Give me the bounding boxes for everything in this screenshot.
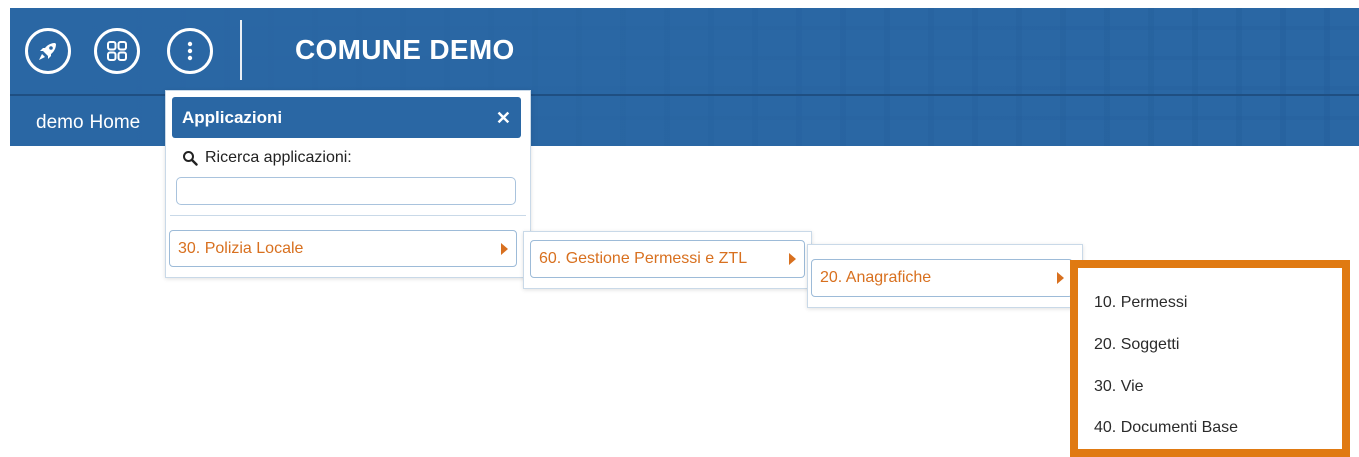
launch-button[interactable] <box>25 28 71 74</box>
menu-item-anagrafiche[interactable]: 20. Anagrafiche <box>811 259 1073 297</box>
submenu-polizia-locale: 60. Gestione Permessi e ZTL <box>523 231 812 289</box>
caret-right-icon <box>501 242 508 255</box>
rocket-icon <box>39 43 56 60</box>
applications-panel-header: Applicazioni ✕ <box>172 97 521 138</box>
menu-item-label: 20. Anagrafiche <box>820 269 932 286</box>
applications-panel: Applicazioni ✕ Ricerca applicazioni: 30.… <box>165 90 531 278</box>
search-icon <box>183 151 198 166</box>
menu-item-permessi[interactable]: 10. Permessi <box>1094 294 1187 312</box>
menu-item-label: 60. Gestione Permessi e ZTL <box>539 250 748 267</box>
submenu-anagrafiche: 10. Permessi 20. Soggetti 30. Vie 40. Do… <box>1070 260 1350 457</box>
menu-item-polizia-locale[interactable]: 30. Polizia Locale <box>169 230 517 267</box>
menu-item-documenti-base[interactable]: 40. Documenti Base <box>1094 419 1238 437</box>
tab-home-label: Home <box>89 112 141 133</box>
app-window: COMUNE DEMO demo Home Applicazioni ✕ Ric… <box>0 0 1359 457</box>
app-title: COMUNE DEMO <box>295 34 515 65</box>
panel-separator <box>170 215 526 216</box>
menu-item-soggetti[interactable]: 20. Soggetti <box>1094 336 1179 354</box>
tab-home[interactable]: demo Home <box>10 100 152 146</box>
caret-right-icon <box>789 253 796 265</box>
header-divider <box>240 20 242 80</box>
menu-item-label: 30. Polizia Locale <box>178 239 304 257</box>
menu-item-gestione-permessi-ztl[interactable]: 60. Gestione Permessi e ZTL <box>530 240 805 278</box>
more-vertical-icon <box>187 41 193 61</box>
more-options-button[interactable] <box>167 28 213 74</box>
menu-item-vie[interactable]: 30. Vie <box>1094 378 1144 396</box>
search-label: Ricerca applicazioni: <box>182 149 352 167</box>
submenu-gestione-permessi: 20. Anagrafiche <box>807 244 1083 308</box>
close-icon[interactable]: ✕ <box>496 109 511 127</box>
user-label: demo <box>36 112 84 133</box>
apps-grid-icon <box>107 41 127 61</box>
search-input[interactable] <box>176 177 516 205</box>
search-label-text: Ricerca applicazioni: <box>205 149 352 166</box>
applications-panel-title: Applicazioni <box>182 107 283 127</box>
apps-button[interactable] <box>94 28 140 74</box>
caret-right-icon <box>1057 272 1064 284</box>
